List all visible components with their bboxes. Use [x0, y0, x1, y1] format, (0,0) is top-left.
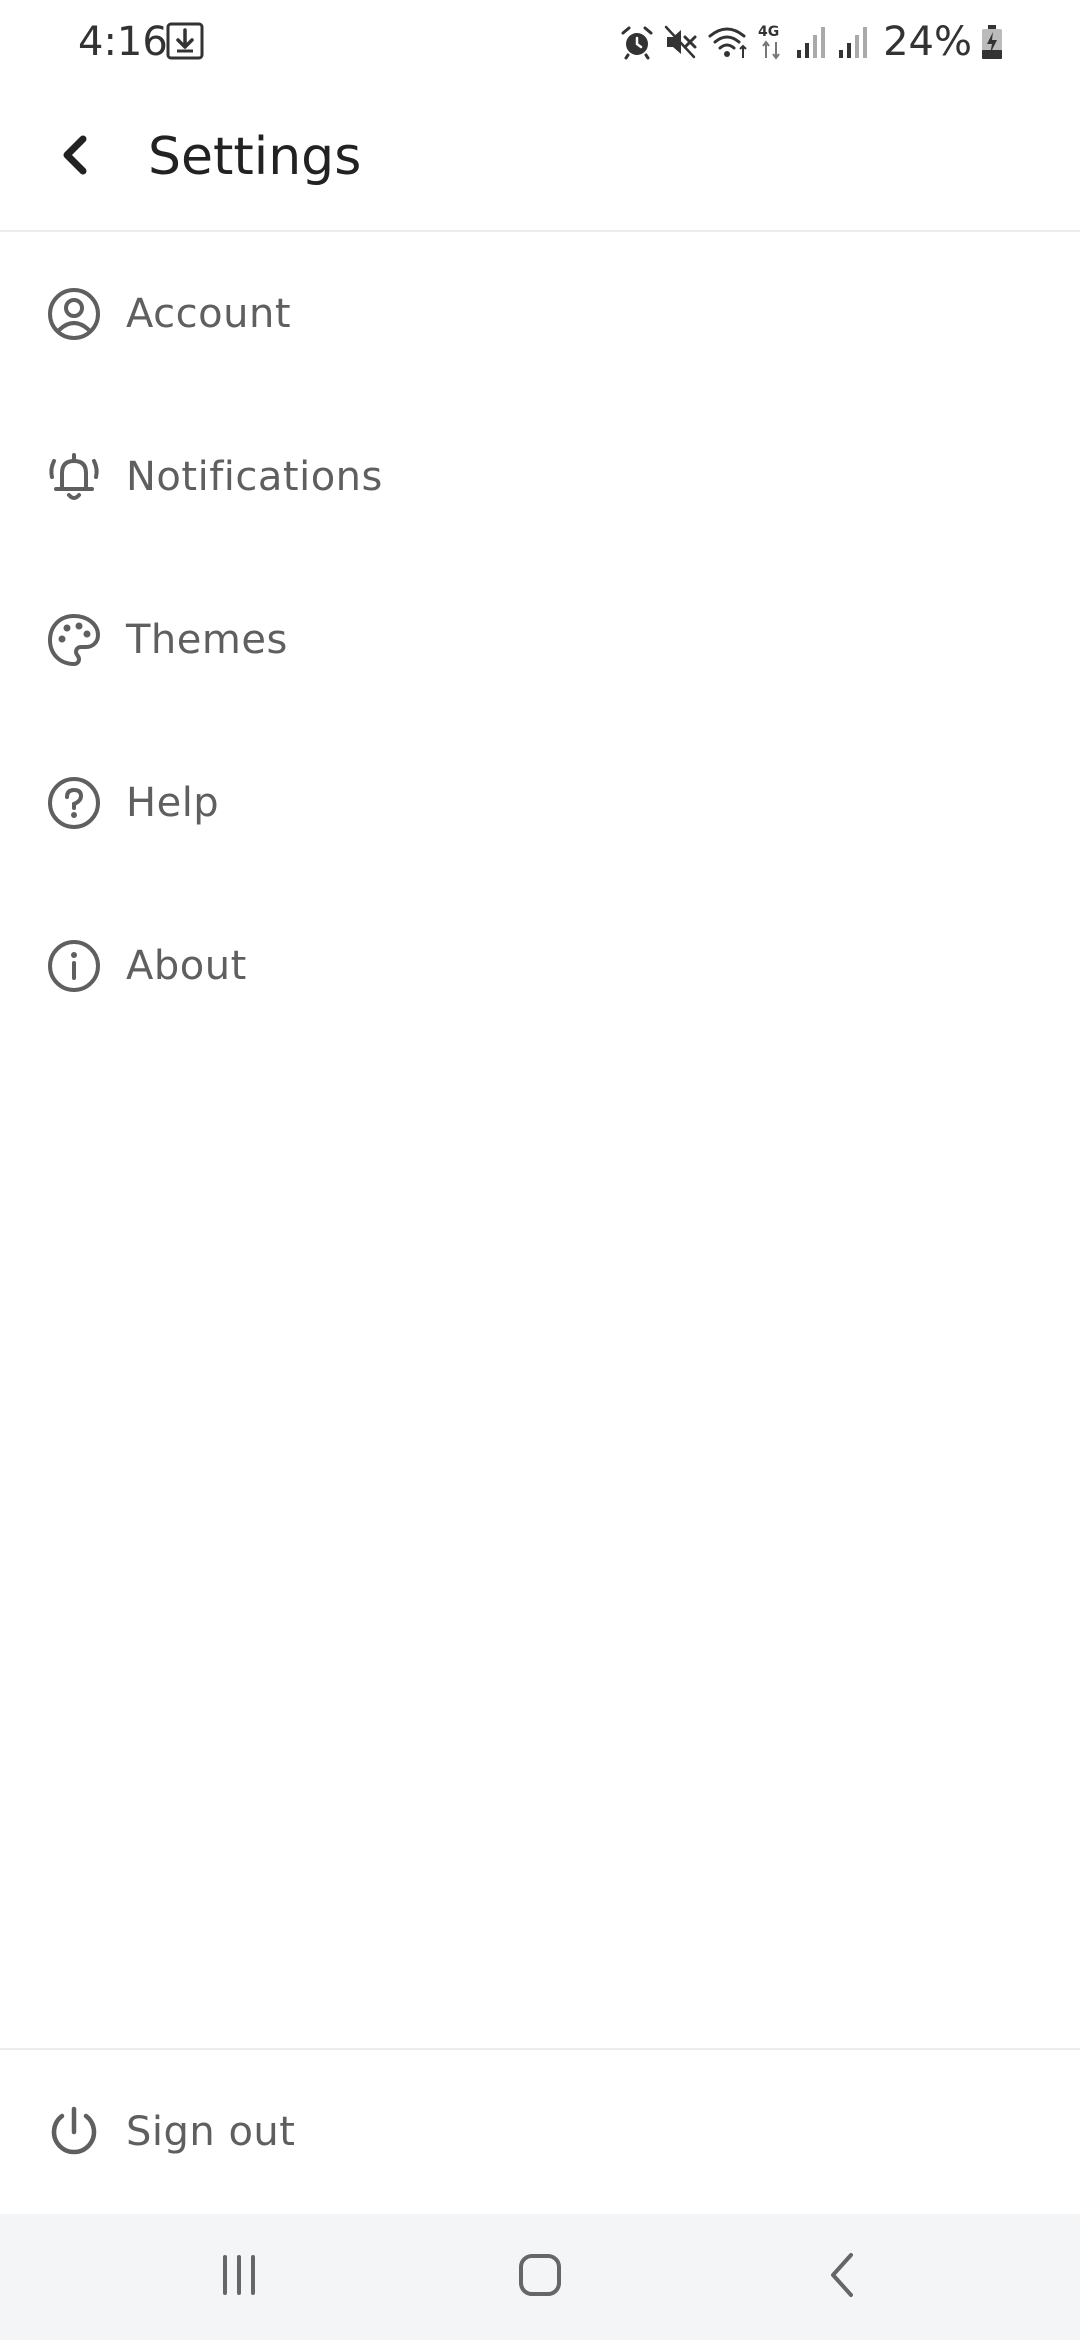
info-circle-icon: [44, 936, 104, 996]
app-bar: Settings: [0, 84, 1080, 232]
menu-item-label: Themes: [126, 616, 288, 663]
mute-icon: [663, 24, 699, 60]
recents-icon: [217, 2253, 261, 2301]
menu-item-about[interactable]: About: [0, 884, 1080, 1047]
back-icon: [823, 2251, 863, 2303]
home-button[interactable]: [500, 2244, 580, 2310]
palette-icon: [44, 610, 104, 670]
menu-item-help[interactable]: Help: [0, 721, 1080, 884]
status-time: 4:16: [78, 19, 168, 65]
system-nav-bar: [0, 2214, 1080, 2340]
bell-ringing-icon: [44, 447, 104, 507]
menu-item-label: Help: [126, 779, 220, 826]
menu-item-notifications[interactable]: Notifications: [0, 395, 1080, 558]
sign-out-label: Sign out: [126, 2109, 296, 2155]
status-bar: 4:16 4G 24%: [0, 0, 1080, 84]
menu-item-label: About: [126, 942, 247, 989]
network-4g-icon: 4G: [757, 22, 787, 62]
menu-item-label: Notifications: [126, 453, 383, 500]
settings-menu: Account Notifications Themes Help About: [0, 232, 1080, 1047]
footer: Sign out: [0, 2048, 1080, 2216]
battery-percentage: 24%: [883, 19, 972, 65]
menu-item-themes[interactable]: Themes: [0, 558, 1080, 721]
page-title: Settings: [148, 127, 362, 187]
signal-icon: [837, 24, 871, 60]
menu-item-label: Account: [126, 290, 292, 337]
back-button[interactable]: [40, 122, 110, 192]
sign-out-button[interactable]: Sign out: [0, 2050, 1080, 2216]
settings-screen: 4:16 4G 24% Settings Account Notificatio…: [0, 0, 1080, 2340]
menu-item-account[interactable]: Account: [0, 232, 1080, 395]
nav-back-button[interactable]: [803, 2244, 883, 2310]
account-circle-icon: [44, 284, 104, 344]
recents-button[interactable]: [199, 2244, 279, 2310]
svg-text:4G: 4G: [758, 24, 779, 40]
download-icon: [166, 22, 204, 60]
chevron-left-icon: [55, 133, 95, 181]
alarm-icon: [619, 24, 655, 60]
help-circle-icon: [44, 773, 104, 833]
signal-icon: [795, 24, 829, 60]
wifi-icon: [707, 24, 749, 60]
battery-charging-icon: [980, 24, 1004, 60]
status-icons: 4G 24%: [619, 18, 1004, 66]
home-icon: [517, 2252, 563, 2302]
power-icon: [44, 2102, 104, 2162]
